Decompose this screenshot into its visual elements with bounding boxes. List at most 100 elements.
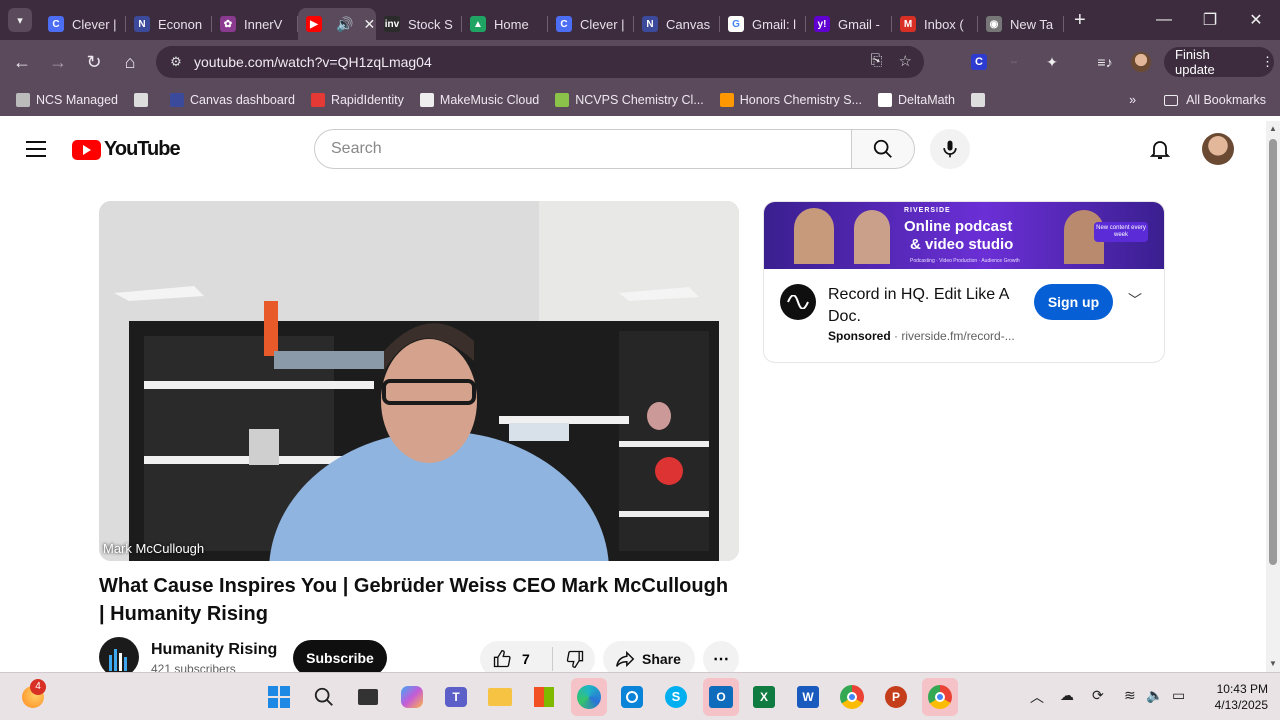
channel-name[interactable]: Humanity Rising (151, 641, 277, 659)
reload-button[interactable]: ↻ (76, 44, 112, 80)
bookmark-item[interactable]: MakeMusic Cloud (419, 93, 539, 107)
file-explorer-button[interactable] (484, 681, 516, 713)
bookmark-item[interactable]: NCS Managed (16, 93, 118, 107)
browser-tab[interactable]: N Canvas (634, 8, 720, 40)
bookmark-item[interactable]: Honors Chemistry S... (719, 93, 862, 107)
close-window-button[interactable]: ✕ (1233, 0, 1279, 40)
chrome-button[interactable] (836, 681, 868, 713)
guide-menu-icon[interactable] (26, 141, 46, 162)
tab-audio-icon[interactable]: 🔊 (336, 16, 353, 33)
bookmark-label: NCVPS Chemistry Cl... (575, 93, 704, 107)
tab-close-icon[interactable]: ✕ (363, 16, 375, 33)
scroll-up-arrow[interactable]: ▲ (1269, 124, 1277, 133)
start-button[interactable] (263, 681, 295, 713)
browser-tab[interactable]: y! Gmail - (806, 8, 892, 40)
clever-extension-icon[interactable]: C (971, 54, 987, 70)
edge-button[interactable] (571, 678, 607, 716)
install-app-icon[interactable]: ⎘ (871, 52, 883, 70)
store-button[interactable] (528, 681, 560, 713)
bookmark-item[interactable]: NCVPS Chemistry Cl... (555, 93, 704, 107)
volume-icon[interactable]: 🔈 (1146, 687, 1163, 704)
extensions-puzzle-icon[interactable]: ✦ (1040, 50, 1064, 74)
chevron-down-icon[interactable]: ﹀ (1128, 290, 1142, 310)
page-scrollbar[interactable]: ▲ ▼ (1266, 121, 1280, 672)
extension-icon[interactable]: ▪▪ (1002, 50, 1026, 74)
youtube-logo[interactable]: YouTube (72, 138, 181, 161)
wifi-icon[interactable]: ≋ (1124, 687, 1136, 704)
taskbar-search-button[interactable] (308, 681, 340, 713)
tab-label: Clever | (72, 16, 117, 32)
word-button[interactable]: W (792, 681, 824, 713)
scrollbar-thumb[interactable] (1269, 139, 1277, 565)
chrome-profile-button[interactable] (922, 678, 958, 716)
bookmark-item[interactable]: Canvas dashboard (170, 93, 295, 107)
browser-tab[interactable]: C Clever | (40, 8, 126, 40)
voice-search-button[interactable] (930, 129, 970, 169)
finish-update-button[interactable]: Finish update ⋮ (1164, 47, 1274, 77)
home-button[interactable]: ⌂ (112, 44, 148, 80)
channel-avatar[interactable] (99, 637, 139, 672)
youtube-play-icon (72, 139, 101, 160)
teams-button[interactable]: T (440, 681, 472, 713)
restore-button[interactable]: ❐ (1187, 0, 1233, 40)
address-bar[interactable]: ⚙ youtube.com/watch?v=QH1zqLmag04 ⎘ ☆ (156, 46, 924, 78)
minimize-button[interactable]: — (1141, 0, 1187, 40)
browser-tab[interactable]: G Gmail: l (720, 8, 806, 40)
search-input[interactable]: Search (314, 129, 852, 169)
browser-tab[interactable]: N Econon (126, 8, 212, 40)
excel-button[interactable]: X (748, 681, 780, 713)
back-button[interactable]: ← (4, 44, 40, 80)
outlook-button[interactable]: O (703, 678, 739, 716)
browser-tab[interactable]: inv Stock S (376, 8, 462, 40)
show-hidden-icons[interactable]: ︿ (1030, 687, 1044, 707)
ad-sponsor-line: Sponsored · riverside.fm/record-... (828, 329, 1015, 343)
search-button[interactable] (851, 129, 915, 169)
browser-tab[interactable]: C Clever | (548, 8, 634, 40)
video-player[interactable]: Mark McCullough (99, 201, 739, 561)
windows-logo-icon (268, 686, 290, 708)
copilot-button[interactable] (396, 681, 428, 713)
sponsored-ad-card[interactable]: RIVERSIDE Online podcast & video studio … (763, 201, 1165, 363)
profile-avatar[interactable] (1131, 52, 1151, 72)
powerpoint-button[interactable]: P (880, 681, 912, 713)
weather-widget[interactable]: 4 (16, 679, 50, 713)
sign-up-button[interactable]: Sign up (1034, 284, 1113, 320)
share-button[interactable]: Share (603, 641, 695, 672)
bookmark-item[interactable] (971, 93, 991, 107)
subscribe-button[interactable]: Subscribe (293, 640, 387, 672)
scroll-down-arrow[interactable]: ▼ (1269, 659, 1277, 668)
ad-banner-image[interactable]: RIVERSIDE Online podcast & video studio … (764, 202, 1164, 269)
browser-tab[interactable]: ◉ New Ta (978, 8, 1064, 40)
browser-tab[interactable]: ▲ Home (462, 8, 548, 40)
task-view-button[interactable] (352, 681, 384, 713)
forward-button[interactable]: → (40, 44, 76, 80)
bookmark-star-icon[interactable]: ☆ (899, 52, 912, 70)
like-button[interactable]: 7 (480, 641, 552, 672)
bookmark-item[interactable]: RapidIdentity (310, 93, 404, 107)
tab-search-button[interactable]: ▾ (8, 8, 32, 32)
browser-tab[interactable]: M Inbox ( (892, 8, 978, 40)
advertiser-logo[interactable] (780, 284, 816, 320)
notifications-button[interactable] (1148, 137, 1172, 166)
ad-banner-line2: & video studio (910, 236, 1014, 253)
bookmark-item[interactable]: DeltaMath (878, 93, 955, 107)
battery-icon[interactable]: ▭ (1172, 687, 1185, 704)
more-actions-button[interactable]: ⋯ (703, 641, 739, 672)
site-info-icon[interactable]: ⚙ (166, 54, 186, 70)
system-clock[interactable]: 10:43 PM 4/13/2025 (1198, 681, 1268, 713)
bookmark-item[interactable] (134, 93, 154, 107)
overflow-chevron-icon[interactable]: » (1129, 93, 1136, 107)
cortana-button[interactable] (616, 681, 648, 713)
browser-tab[interactable]: ✿ InnerV (212, 8, 298, 40)
dislike-button[interactable] (553, 641, 595, 672)
sync-icon[interactable]: ⟳ (1092, 687, 1104, 704)
media-control-icon[interactable]: ≡♪ (1093, 50, 1117, 74)
skype-button[interactable]: S (660, 681, 692, 713)
search-icon (314, 687, 333, 706)
all-bookmarks-label[interactable]: All Bookmarks (1186, 93, 1266, 107)
ad-headline[interactable]: Record in HQ. Edit Like A Doc. (828, 284, 1024, 328)
account-avatar[interactable] (1202, 133, 1234, 165)
onedrive-icon[interactable]: ☁ (1060, 687, 1074, 704)
new-tab-button[interactable]: + (1074, 9, 1086, 32)
browser-tab[interactable]: ▶ 🔊 ✕ (298, 8, 376, 40)
